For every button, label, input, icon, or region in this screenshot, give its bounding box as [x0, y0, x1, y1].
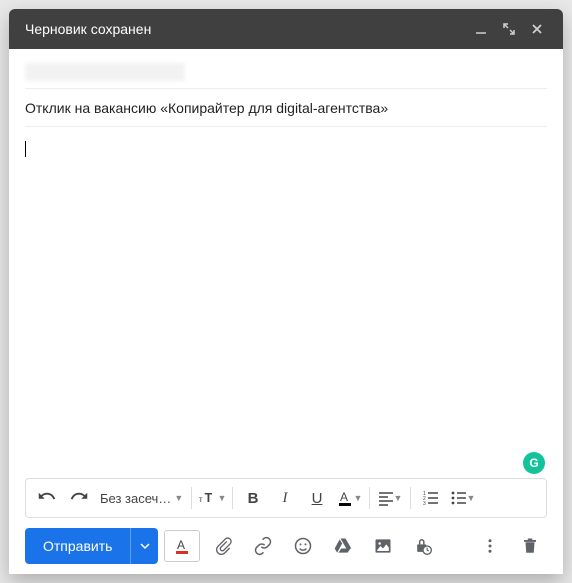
- underline-button[interactable]: U: [302, 483, 332, 513]
- font-size-button[interactable]: тT ▼: [197, 483, 227, 513]
- close-button[interactable]: [523, 15, 551, 43]
- font-family-label: Без засеч…: [100, 491, 171, 506]
- fullscreen-button[interactable]: [495, 15, 523, 43]
- separator: [369, 487, 370, 509]
- undo-button[interactable]: [32, 483, 62, 513]
- link-icon: [253, 536, 273, 556]
- numbered-list-icon: 123: [423, 490, 439, 506]
- redo-icon: [70, 489, 88, 507]
- undo-icon: [38, 489, 56, 507]
- bold-button[interactable]: B: [238, 483, 268, 513]
- more-options-button[interactable]: [473, 529, 507, 563]
- align-button[interactable]: ▼: [375, 483, 405, 513]
- text-format-icon: A: [173, 537, 191, 555]
- chevron-down-icon: [140, 541, 150, 551]
- compose-window: Черновик сохранен G Без засе: [9, 9, 563, 574]
- formatting-toggle-button[interactable]: A: [164, 530, 200, 562]
- more-vert-icon: [481, 537, 499, 555]
- attach-file-button[interactable]: [206, 529, 240, 563]
- chevron-down-icon: ▼: [218, 493, 227, 503]
- lock-clock-icon: [413, 536, 433, 556]
- recipient-redacted: [25, 63, 185, 81]
- text-color-icon: A: [336, 489, 354, 507]
- window-title: Черновик сохранен: [25, 21, 467, 37]
- underline-icon: U: [312, 490, 323, 507]
- bullet-list-button[interactable]: ▼: [448, 483, 478, 513]
- chevron-down-icon: ▼: [467, 493, 476, 503]
- text-cursor: [25, 141, 26, 157]
- align-left-icon: [378, 490, 394, 506]
- bullet-list-icon: [451, 490, 467, 506]
- close-icon: [530, 22, 544, 36]
- headers-area: [9, 49, 563, 127]
- bold-icon: B: [248, 490, 259, 507]
- separator: [410, 487, 411, 509]
- numbered-list-button[interactable]: 123: [416, 483, 446, 513]
- svg-text:A: A: [177, 538, 185, 552]
- separator: [232, 487, 233, 509]
- font-family-select[interactable]: Без засеч… ▼: [96, 491, 186, 506]
- message-body[interactable]: G: [9, 127, 563, 478]
- subject-input[interactable]: [25, 100, 547, 116]
- format-toolbar: Без засеч… ▼ тT ▼ B I U A ▼ ▼ 123: [25, 478, 547, 518]
- confidential-mode-button[interactable]: [406, 529, 440, 563]
- redo-button[interactable]: [64, 483, 94, 513]
- send-options-button[interactable]: [130, 528, 158, 564]
- svg-text:A: A: [340, 490, 348, 504]
- svg-text:T: T: [204, 491, 212, 505]
- paperclip-icon: [213, 536, 233, 556]
- font-size-icon: тT: [198, 489, 218, 507]
- emoji-icon: [293, 536, 313, 556]
- subject-row: [25, 89, 547, 127]
- text-color-button[interactable]: A ▼: [334, 483, 364, 513]
- discard-draft-button[interactable]: [513, 529, 547, 563]
- svg-text:3: 3: [423, 501, 426, 506]
- italic-button[interactable]: I: [270, 483, 300, 513]
- grammarly-badge[interactable]: G: [523, 452, 545, 474]
- insert-drive-button[interactable]: [326, 529, 360, 563]
- insert-photo-button[interactable]: [366, 529, 400, 563]
- trash-icon: [521, 537, 539, 555]
- italic-icon: I: [283, 490, 288, 507]
- expand-icon: [502, 22, 516, 36]
- chevron-down-icon: ▼: [394, 493, 403, 503]
- send-group: Отправить: [25, 528, 158, 564]
- chevron-down-icon: ▼: [354, 493, 363, 503]
- chevron-down-icon: ▼: [174, 493, 183, 503]
- send-button[interactable]: Отправить: [25, 528, 130, 564]
- svg-text:т: т: [198, 494, 202, 504]
- image-icon: [373, 536, 393, 556]
- recipient-row[interactable]: [25, 55, 547, 89]
- insert-link-button[interactable]: [246, 529, 280, 563]
- minimize-icon: [474, 22, 488, 36]
- insert-emoji-button[interactable]: [286, 529, 320, 563]
- drive-icon: [333, 536, 353, 556]
- grammarly-icon: G: [529, 456, 538, 470]
- titlebar: Черновик сохранен: [9, 9, 563, 49]
- separator: [191, 487, 192, 509]
- minimize-button[interactable]: [467, 15, 495, 43]
- bottom-bar: Отправить A: [9, 518, 563, 574]
